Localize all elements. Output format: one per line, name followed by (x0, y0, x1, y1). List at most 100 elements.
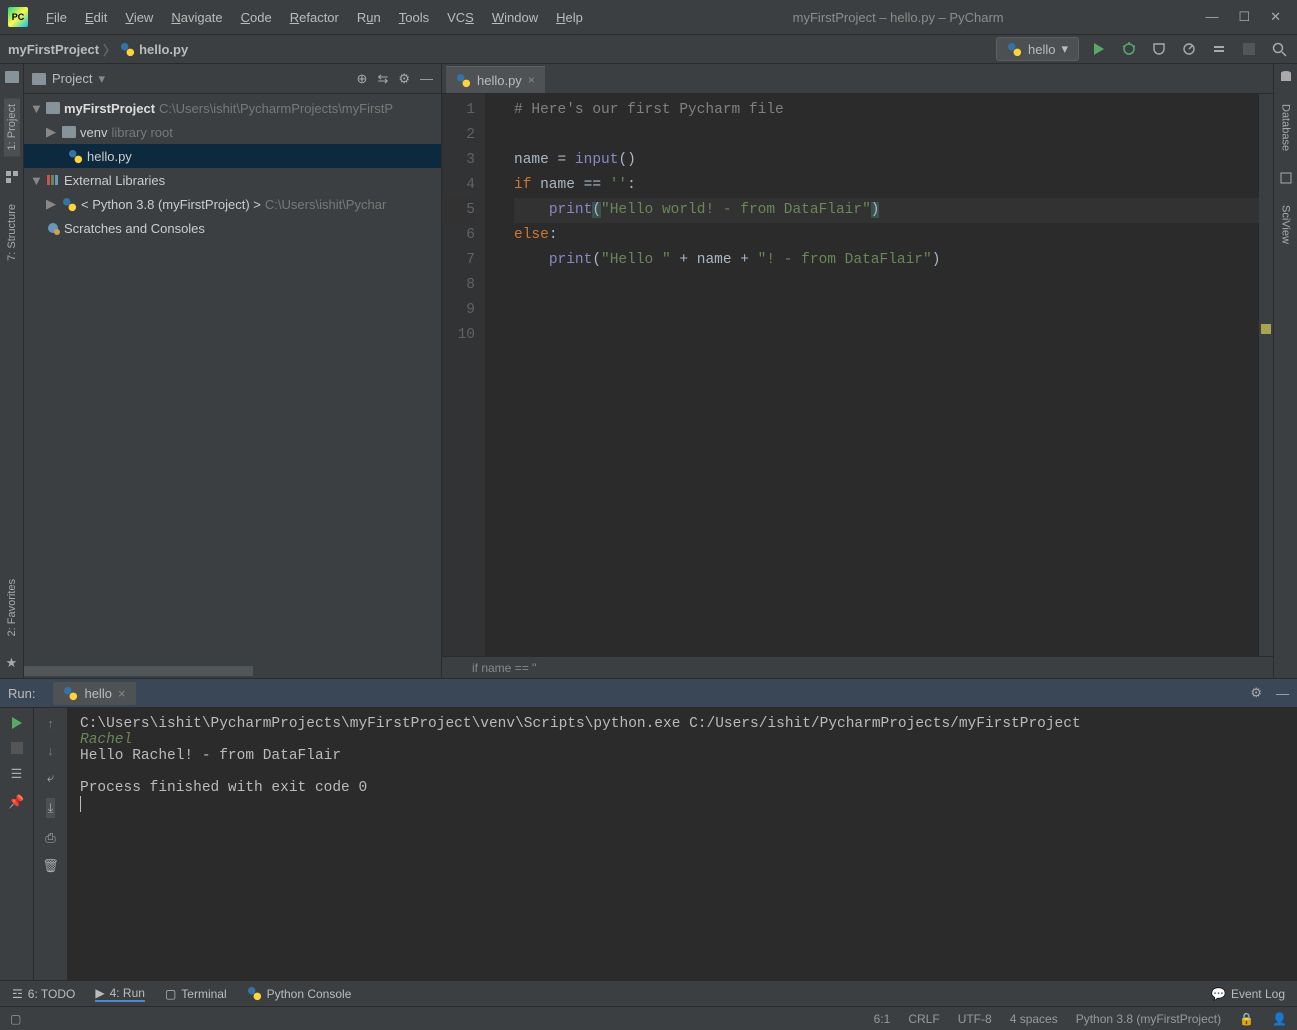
debug-button[interactable] (1119, 39, 1139, 59)
python-file-icon (63, 686, 78, 701)
menu-window[interactable]: Window (484, 6, 546, 29)
menu-edit[interactable]: Edit (77, 6, 115, 29)
project-panel-title[interactable]: Project (52, 71, 92, 86)
status-encoding[interactable]: UTF-8 (958, 1012, 992, 1026)
right-tab-sciview[interactable]: SciView (1278, 199, 1294, 250)
horizontal-scrollbar[interactable] (24, 666, 253, 676)
close-tab-icon[interactable]: × (528, 73, 535, 87)
menu-vcs[interactable]: VCS (439, 6, 482, 29)
left-tab-structure[interactable]: 7: Structure (4, 198, 20, 267)
close-window-button[interactable]: ✕ (1270, 9, 1281, 25)
tool-terminal[interactable]: ▢Terminal (165, 987, 227, 1001)
project-tool-window: Project ▾ ⊕ ⇆ ⚙ — ▼ myFirstProject C:\Us… (24, 64, 442, 678)
locate-icon[interactable]: ⊕ (357, 71, 368, 87)
maximize-button[interactable]: ☐ (1238, 9, 1250, 25)
tree-python-sdk[interactable]: ▶ < Python 3.8 (myFirstProject) > C:\Use… (24, 192, 441, 216)
console-cursor (80, 796, 81, 812)
gear-icon[interactable]: ⚙ (1250, 685, 1262, 701)
menu-help[interactable]: Help (548, 6, 591, 29)
left-tab-project[interactable]: 1: Project (4, 98, 20, 156)
database-tool-icon[interactable] (1279, 70, 1293, 84)
inspector-icon[interactable]: 👤 (1272, 1012, 1287, 1026)
tool-event-log[interactable]: 💬Event Log (1211, 987, 1285, 1001)
stop-button[interactable] (11, 742, 23, 754)
soft-wrap-icon[interactable]: ⤶ (47, 770, 54, 786)
run-tool-window: ☰ 📌 ↑ ↓ ⤶ ⤓ ⎙ 🗑 C:\Users\ishit\PycharmPr… (0, 708, 1297, 980)
right-tab-database[interactable]: Database (1278, 98, 1294, 157)
libraries-icon (46, 173, 60, 187)
hide-panel-icon[interactable]: — (420, 71, 433, 87)
run-secondary-toolbar: ↑ ↓ ⤶ ⤓ ⎙ 🗑 (34, 708, 68, 980)
menu-file[interactable]: File (38, 6, 75, 29)
code-editor[interactable]: 1 2 3 4 5 6 7 8 9 10 # Here's our first … (442, 94, 1273, 656)
project-tool-icon[interactable] (5, 70, 19, 84)
tree-root[interactable]: ▼ myFirstProject C:\Users\ishit\PycharmP… (24, 96, 441, 120)
status-position[interactable]: 6:1 (874, 1012, 891, 1026)
status-interpreter[interactable]: Python 3.8 (myFirstProject) (1076, 1012, 1221, 1026)
breadcrumb-project[interactable]: myFirstProject (8, 42, 99, 57)
run-configuration-selector[interactable]: hello ▾ (996, 37, 1079, 61)
expand-arrow-icon[interactable]: ▶ (46, 196, 58, 212)
run-tab-hello[interactable]: hello × (53, 682, 135, 705)
lock-icon[interactable]: 🔒 (1239, 1012, 1254, 1026)
minimize-button[interactable]: — (1205, 9, 1218, 25)
hide-panel-icon[interactable]: — (1276, 686, 1289, 701)
status-line-ending[interactable]: CRLF (908, 1012, 939, 1026)
tool-run[interactable]: ▶4: Run (95, 986, 145, 1002)
tree-file-hello[interactable]: hello.py (24, 144, 441, 168)
python-icon (247, 986, 262, 1001)
breadcrumb-file[interactable]: hello.py (139, 42, 188, 57)
search-everywhere-icon[interactable] (1269, 39, 1289, 59)
menu-tools[interactable]: Tools (391, 6, 437, 29)
menu-run[interactable]: Run (349, 6, 389, 29)
up-arrow-icon[interactable]: ↑ (47, 716, 54, 731)
down-arrow-icon[interactable]: ↓ (47, 743, 54, 758)
editor-tab-hello[interactable]: hello.py × (446, 66, 545, 93)
status-indent[interactable]: 4 spaces (1010, 1012, 1058, 1026)
code-content[interactable]: # Here's our first Pycharm file name = i… (486, 94, 1259, 656)
rerun-button[interactable] (10, 716, 24, 730)
console-output: Hello Rachel! - from DataFlair (80, 748, 341, 764)
chevron-down-icon[interactable]: ▾ (98, 71, 105, 87)
scroll-to-end-icon[interactable]: ⤓ (46, 798, 56, 818)
python-file-icon (120, 42, 135, 57)
collapse-icon[interactable]: ⇆ (377, 71, 388, 87)
expand-arrow-icon[interactable]: ▼ (30, 101, 42, 116)
tree-venv[interactable]: ▶ venv library root (24, 120, 441, 144)
left-tab-favorites[interactable]: 2: Favorites (4, 573, 20, 642)
status-icon[interactable]: ▢ (10, 1012, 21, 1026)
run-button[interactable] (1089, 39, 1109, 59)
profile-button[interactable] (1179, 39, 1199, 59)
menu-refactor[interactable]: Refactor (282, 6, 347, 29)
sciview-tool-icon[interactable] (1279, 171, 1293, 185)
coverage-button[interactable] (1149, 39, 1169, 59)
trash-icon[interactable]: 🗑 (42, 858, 59, 874)
tool-python-console[interactable]: Python Console (247, 986, 352, 1001)
attach-button[interactable] (1209, 39, 1229, 59)
favorites-star-icon[interactable]: ★ (5, 656, 19, 670)
run-console[interactable]: C:\Users\ishit\PycharmProjects\myFirstPr… (68, 708, 1297, 980)
tree-external-libs[interactable]: ▼ External Libraries (24, 168, 441, 192)
expand-arrow-icon[interactable]: ▶ (46, 124, 58, 140)
python-file-icon (68, 149, 83, 164)
menu-view[interactable]: View (117, 6, 161, 29)
stop-button[interactable] (1239, 39, 1259, 59)
tool-todo[interactable]: ☲6: TODO (12, 987, 75, 1001)
pin-icon[interactable]: 📌 (8, 794, 24, 810)
menu-navigate[interactable]: Navigate (163, 6, 230, 29)
code-breadcrumb[interactable]: if name == '' (442, 656, 1273, 678)
menu-code[interactable]: Code (233, 6, 280, 29)
gear-icon[interactable]: ⚙ (398, 71, 410, 87)
layout-icon[interactable]: ☰ (11, 766, 23, 782)
tree-scratches[interactable]: Scratches and Consoles (24, 216, 441, 240)
structure-tool-icon[interactable] (5, 170, 19, 184)
project-tree[interactable]: ▼ myFirstProject C:\Users\ishit\PycharmP… (24, 94, 441, 242)
close-tab-icon[interactable]: × (118, 686, 126, 701)
scroll-marker (1261, 324, 1271, 334)
expand-arrow-icon[interactable]: ▼ (30, 173, 42, 188)
breadcrumb[interactable]: myFirstProject 〉 hello.py (8, 40, 188, 59)
print-icon[interactable]: ⎙ (45, 830, 55, 846)
todo-icon: ☲ (12, 987, 23, 1001)
console-exit: Process finished with exit code 0 (80, 780, 367, 796)
editor-scrollbar[interactable] (1259, 94, 1273, 656)
